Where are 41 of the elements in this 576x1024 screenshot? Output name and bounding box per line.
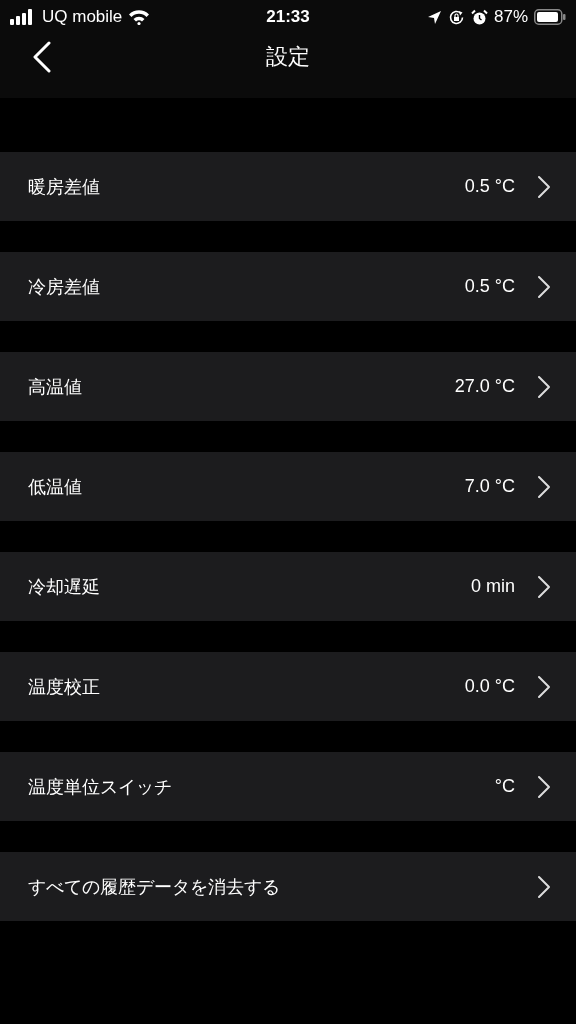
setting-label: 冷房差値 xyxy=(28,274,101,299)
setting-value: 0.5 °C xyxy=(464,276,515,297)
chevron-right-icon xyxy=(537,474,551,499)
settings-row[interactable]: 温度単位スイッチ °C xyxy=(0,752,576,821)
settings-row[interactable]: 温度校正 0.0 °C xyxy=(0,652,576,721)
setting-label: 温度校正 xyxy=(28,674,101,699)
location-arrow-icon xyxy=(426,9,442,25)
chevron-right-icon xyxy=(537,774,551,799)
carrier-name: UQ mobile xyxy=(42,7,123,27)
setting-label: 高温値 xyxy=(28,374,83,399)
settings-row[interactable]: 高温値 27.0 °C xyxy=(0,352,576,421)
wifi-icon xyxy=(128,9,151,25)
setting-label: 冷却遅延 xyxy=(28,574,101,599)
settings-row[interactable]: 冷却遅延 0 min xyxy=(0,552,576,621)
setting-label: 温度単位スイッチ xyxy=(28,774,173,799)
setting-value: 0.0 °C xyxy=(464,676,515,697)
setting-value: °C xyxy=(494,776,515,797)
setting-value: 0.5 °C xyxy=(464,176,515,197)
setting-value: 7.0 °C xyxy=(464,476,515,497)
settings-row[interactable]: 低温値 7.0 °C xyxy=(0,452,576,521)
page-title: 設定 xyxy=(266,43,310,71)
chevron-right-icon xyxy=(537,674,551,699)
chevron-right-icon xyxy=(537,874,551,899)
chevron-right-icon xyxy=(537,574,551,599)
battery-percentage: 87% xyxy=(493,7,528,27)
setting-value: 0 min xyxy=(471,576,515,597)
rotation-lock-icon xyxy=(447,8,465,26)
setting-label: 暖房差値 xyxy=(28,174,101,199)
settings-row[interactable]: すべての履歴データを消去する xyxy=(0,852,576,921)
settings-row[interactable]: 暖房差値 0.5 °C xyxy=(0,152,576,221)
chevron-right-icon xyxy=(537,374,551,399)
setting-label: 低温値 xyxy=(28,474,83,499)
status-time: 21:33 xyxy=(266,7,310,27)
setting-label: すべての履歴データを消去する xyxy=(28,874,281,899)
back-button[interactable] xyxy=(32,41,52,73)
chevron-right-icon xyxy=(537,274,551,299)
setting-value: 27.0 °C xyxy=(454,376,515,397)
settings-row[interactable]: 冷房差値 0.5 °C xyxy=(0,252,576,321)
chevron-right-icon xyxy=(537,174,551,199)
battery-icon xyxy=(534,9,566,25)
alarm-clock-icon xyxy=(470,8,488,26)
